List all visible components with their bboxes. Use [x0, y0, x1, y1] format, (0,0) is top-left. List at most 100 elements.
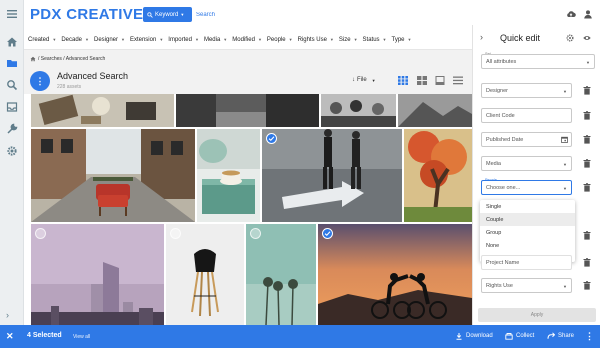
close-icon[interactable]: ✕ — [6, 331, 14, 342]
tile-tea-cup[interactable] — [197, 129, 260, 222]
settings-icon[interactable] — [6, 145, 18, 157]
calendar-icon[interactable] — [561, 136, 568, 143]
designer-select[interactable]: Designer ▼ — [481, 83, 572, 98]
filter-created[interactable]: Created ▼ — [28, 37, 61, 43]
tile-skyscraper[interactable] — [31, 224, 164, 325]
select-check-icon[interactable] — [170, 228, 181, 239]
breadcrumb: / Searches / Advanced Search — [30, 56, 105, 62]
download-button[interactable]: Download — [455, 332, 493, 340]
grid-view-icon[interactable] — [398, 76, 408, 85]
tile-view-icon[interactable] — [417, 76, 427, 85]
list-view-icon[interactable] — [453, 76, 463, 85]
delete-icon[interactable] — [583, 86, 591, 95]
delete-icon[interactable] — [583, 281, 591, 290]
tile-crowd-bw[interactable] — [321, 94, 396, 127]
view-all-link[interactable]: View all — [73, 334, 90, 340]
selected-check-icon[interactable] — [266, 133, 277, 144]
tile-city-street-bw[interactable] — [176, 94, 319, 127]
wrench-icon[interactable] — [6, 123, 18, 135]
delete-icon[interactable] — [583, 159, 591, 168]
account-icon[interactable] — [583, 9, 593, 19]
filter-rights-use[interactable]: Rights Use ▼ — [298, 37, 339, 43]
filter-people[interactable]: People ▼ — [267, 37, 298, 43]
delete-icon[interactable] — [583, 111, 591, 120]
chevron-down-icon: ▼ — [194, 37, 199, 42]
client-code-field[interactable]: Client Code — [481, 108, 572, 123]
filter-extension[interactable]: Extension ▼ — [130, 37, 168, 43]
tile-mountain-bw[interactable] — [398, 94, 472, 127]
panel-title: Quick edit — [500, 33, 541, 43]
tile-palm-trees[interactable] — [246, 224, 316, 325]
collect-label: Collect — [516, 333, 535, 339]
tile-red-chair-street[interactable] — [31, 129, 195, 222]
tile-autumn-tree[interactable] — [404, 129, 472, 222]
filter-label: Size — [338, 36, 351, 43]
search-input[interactable] — [196, 8, 316, 21]
tile-black-chair[interactable] — [166, 224, 244, 325]
cloud-upload-icon[interactable] — [566, 9, 576, 19]
filter-modified[interactable]: Modified ▼ — [232, 37, 267, 43]
chevron-down-icon: ▼ — [85, 37, 89, 42]
filter-status[interactable]: Status ▼ — [363, 37, 392, 43]
collect-button[interactable]: Collect — [505, 332, 534, 340]
menu-icon[interactable] — [6, 8, 18, 20]
search-icon — [147, 11, 153, 18]
settings-icon[interactable] — [566, 34, 574, 42]
tile-desk-flatlay[interactable] — [31, 94, 174, 127]
keyword-button[interactable]: Keyword ▼ — [143, 7, 192, 22]
select-check-icon[interactable] — [35, 228, 46, 239]
home-icon[interactable] — [6, 36, 18, 48]
selected-check-icon[interactable] — [322, 228, 333, 239]
breadcrumb-text[interactable]: / Searches / Advanced Search — [38, 56, 105, 62]
published-date-field[interactable]: Published Date — [481, 132, 572, 147]
share-button[interactable]: Share — [547, 332, 574, 340]
chevron-down-icon: ▼ — [329, 37, 334, 42]
preview-view-icon[interactable] — [435, 76, 445, 85]
apply-button[interactable]: Apply — [478, 308, 596, 322]
project-name-field[interactable]: Project Name — [481, 255, 572, 270]
filter-designer[interactable]: Designer ▼ — [94, 37, 130, 43]
option-group[interactable]: Group — [480, 226, 575, 239]
chevron-down-icon: ▼ — [371, 77, 376, 83]
project-name-label: Project Name — [486, 259, 520, 266]
filter-label: Rights Use — [297, 36, 327, 43]
inbox-icon[interactable] — [6, 101, 18, 113]
select-check-icon[interactable] — [250, 228, 261, 239]
filter-imported[interactable]: Imported ▼ — [168, 37, 204, 43]
filter-label: Media — [203, 36, 221, 43]
more-vert-icon[interactable]: ⋮ — [585, 331, 594, 342]
delete-icon[interactable] — [583, 258, 591, 267]
tile-couple-arrow[interactable] — [262, 129, 402, 222]
expand-icon[interactable]: › — [6, 309, 18, 321]
page-title: Advanced Search — [57, 71, 129, 81]
home-icon[interactable] — [30, 56, 36, 62]
filter-type[interactable]: Type ▼ — [392, 37, 417, 43]
set-value: All attributes — [486, 58, 517, 65]
asset-grid — [24, 94, 472, 325]
set-select[interactable]: All attributes ▼ — [481, 54, 595, 69]
delete-icon[interactable] — [583, 231, 591, 240]
filter-size[interactable]: Size ▼ — [339, 37, 363, 43]
selected-count: 4 Selected — [27, 332, 62, 339]
filter-label: Designer — [93, 36, 118, 43]
download-icon — [456, 333, 462, 340]
search-icon[interactable] — [6, 79, 18, 91]
visibility-icon[interactable] — [583, 34, 591, 42]
option-couple[interactable]: Couple — [480, 213, 575, 226]
option-single[interactable]: Single — [480, 200, 575, 213]
filter-decade[interactable]: Decade ▼ — [61, 37, 94, 43]
media-select[interactable]: Media ▼ — [481, 156, 572, 171]
chevron-down-icon: ▼ — [353, 37, 358, 42]
delete-icon[interactable] — [583, 183, 591, 192]
rights-use-select[interactable]: Rights Use ▼ — [481, 278, 572, 293]
sort-select[interactable]: ↓ File ▼ — [352, 77, 376, 83]
folder-icon[interactable] — [6, 57, 18, 69]
more-actions-button[interactable]: ⋮ — [30, 71, 50, 91]
filter-media[interactable]: Media ▼ — [204, 37, 232, 43]
option-none[interactable]: None — [480, 239, 575, 252]
tile-cyclists-sunset[interactable] — [318, 224, 472, 325]
delete-icon[interactable] — [583, 135, 591, 144]
people-select[interactable]: Choose one... ▼ — [481, 180, 572, 195]
collapse-panel-icon[interactable]: › — [480, 32, 483, 42]
chevron-down-icon: ▼ — [563, 284, 567, 289]
